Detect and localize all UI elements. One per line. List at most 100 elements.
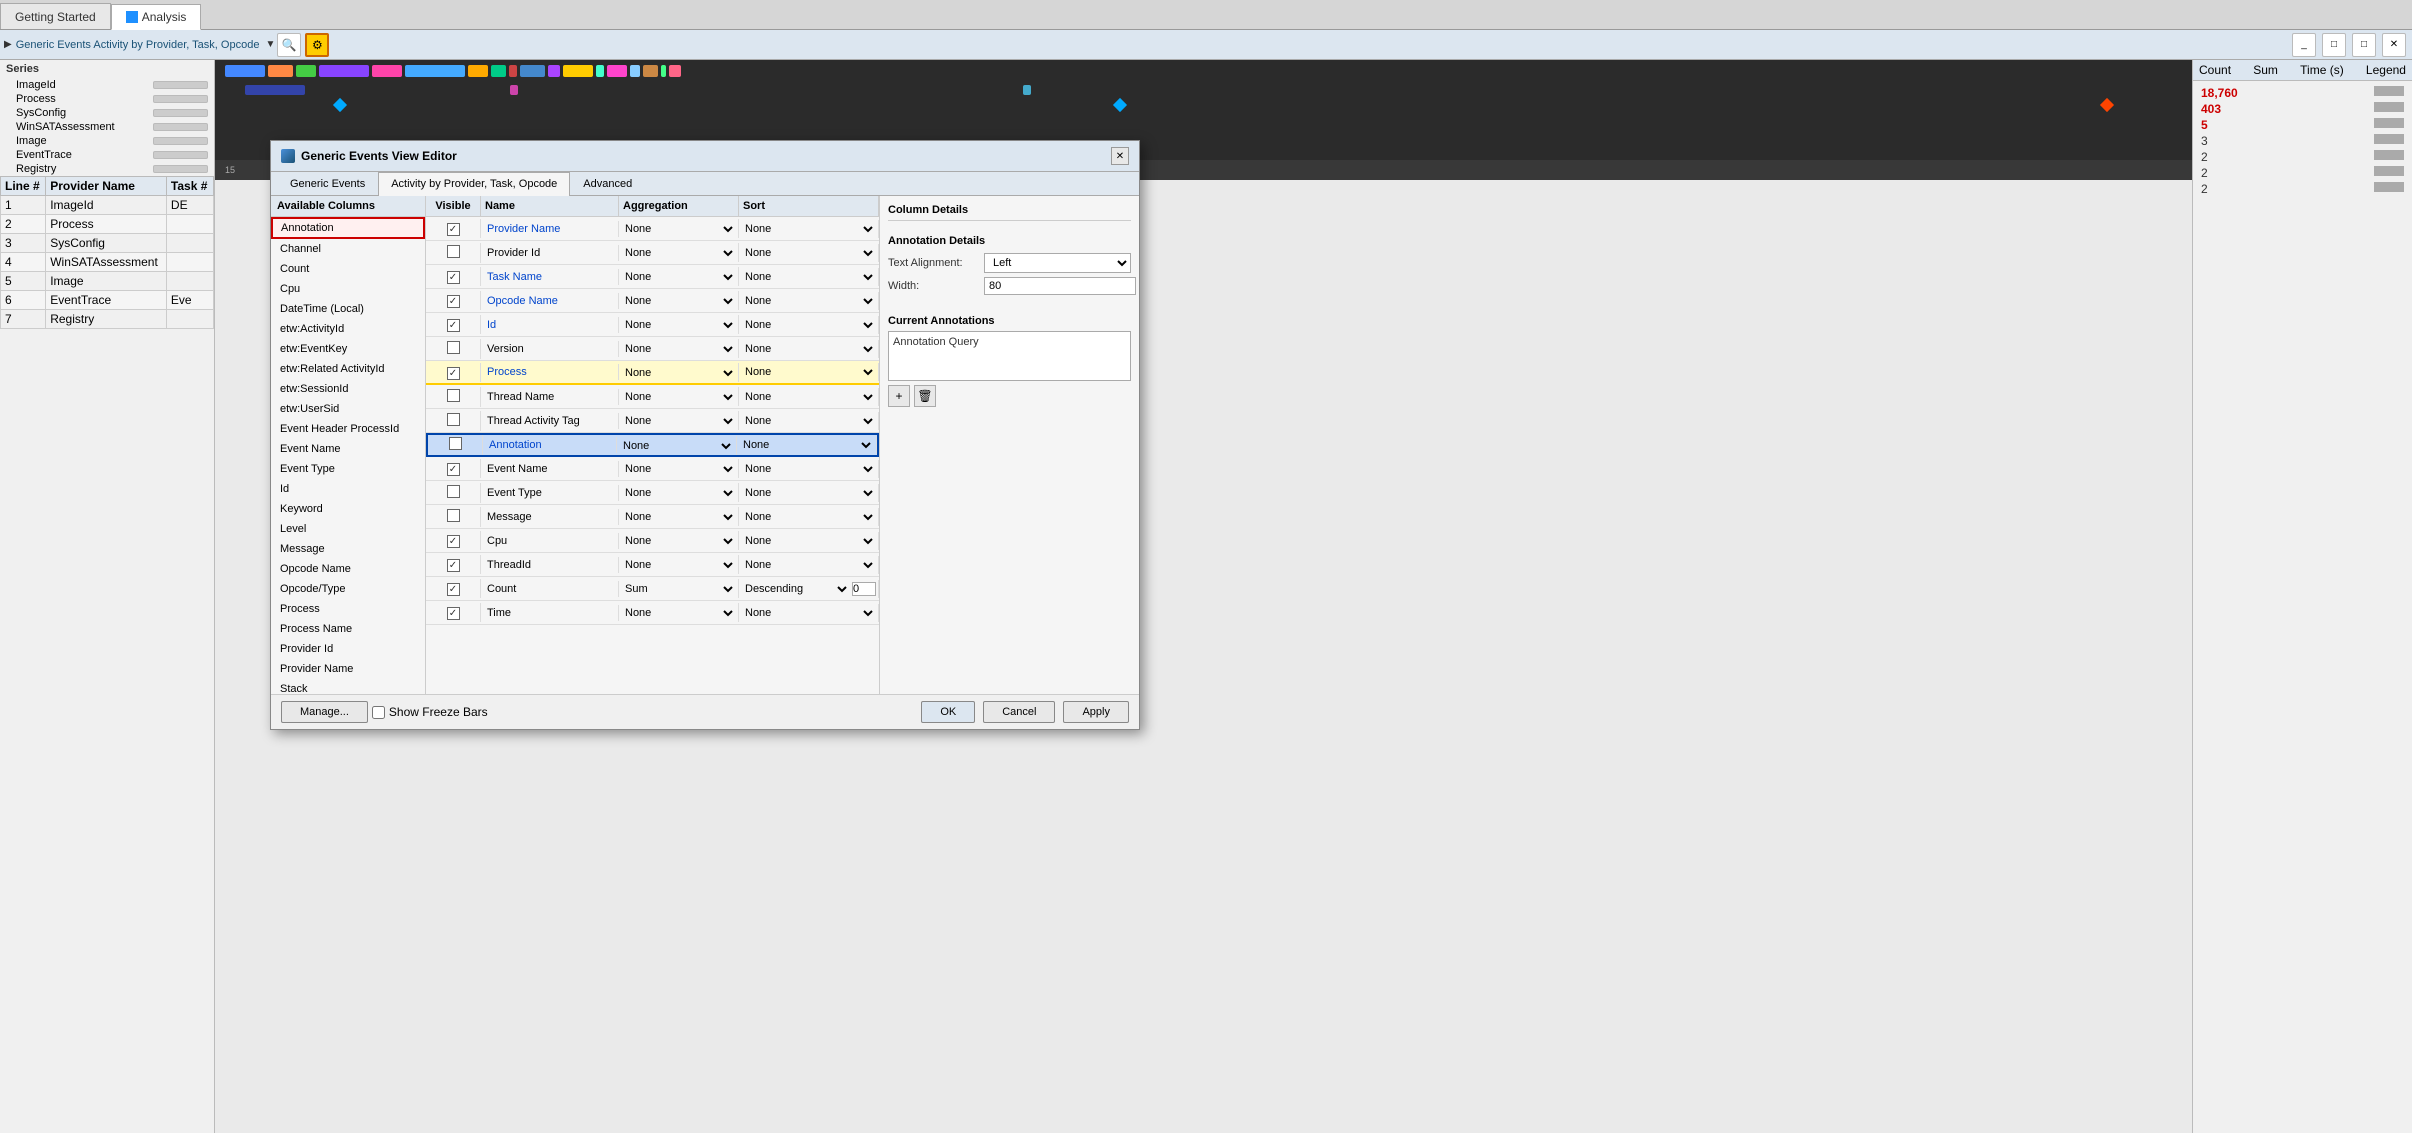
agg-cell-1[interactable]: NoneSumCountAverage [619,243,739,262]
modal-tab-2[interactable]: Advanced [570,172,645,195]
sort-cell-2[interactable]: NoneAscendingDescending [739,268,879,286]
sort-select-8[interactable]: NoneAscendingDescending [741,414,876,428]
sort-cell-13[interactable]: NoneAscendingDescending [739,532,879,550]
sort-select-16[interactable]: NoneAscendingDescending [741,606,876,620]
list-item-etw:usersid[interactable]: etw:UserSid [271,399,425,419]
agg-cell-8[interactable]: NoneSumCountAverage [619,411,739,430]
list-item-datetime-(local)[interactable]: DateTime (Local) [271,299,425,319]
list-item-cpu[interactable]: Cpu [271,279,425,299]
add-annotation-button[interactable]: + [888,385,910,407]
agg-select-9[interactable]: NoneSumCountAverage [619,439,734,453]
maximize-button[interactable]: □ [2352,33,2376,57]
list-item-count[interactable]: Count [271,259,425,279]
sidebar-item-image[interactable]: Image [0,134,214,148]
sort-select-14[interactable]: NoneAscendingDescending [741,558,876,572]
sort-cell-4[interactable]: NoneAscendingDescending [739,316,879,334]
modal-tab-0[interactable]: Generic Events [277,172,378,195]
sort-num-15[interactable] [852,582,876,596]
checkbox-7[interactable] [447,389,460,402]
close-button[interactable]: ✕ [2382,33,2406,57]
agg-select-5[interactable]: NoneSumCountAverage [621,342,736,356]
sort-cell-7[interactable]: NoneAscendingDescending [739,388,879,406]
agg-cell-3[interactable]: NoneSumCountAverage [619,291,739,310]
list-item-level[interactable]: Level [271,519,425,539]
sidebar-item-eventtrace[interactable]: EventTrace [0,148,214,162]
vis-cell-10[interactable] [426,459,481,478]
list-item-opcode/type[interactable]: Opcode/Type [271,579,425,599]
tab-analysis[interactable]: Analysis [111,4,202,30]
checkbox-14[interactable] [447,559,460,572]
apply-button[interactable]: Apply [1063,701,1129,723]
sort-select-13[interactable]: NoneAscendingDescending [741,534,876,548]
checkbox-3[interactable] [447,295,460,308]
vis-cell-11[interactable] [426,483,481,503]
delete-annotation-button[interactable]: 🗑 [914,385,936,407]
sort-cell-15[interactable]: NoneAscendingDescending [739,580,879,598]
sidebar-item-imageid[interactable]: ImageId [0,78,214,92]
settings-button[interactable]: ⚙ [305,33,329,57]
show-freeze-checkbox[interactable] [372,706,385,719]
agg-select-12[interactable]: NoneSumCountAverage [621,510,736,524]
checkbox-15[interactable] [447,583,460,596]
checkbox-13[interactable] [447,535,460,548]
checkbox-11[interactable] [447,485,460,498]
agg-select-11[interactable]: NoneSumCountAverage [621,486,736,500]
sort-select-10[interactable]: NoneAscendingDescending [741,462,876,476]
text-align-select[interactable]: Left Center Right [984,253,1131,273]
agg-cell-11[interactable]: NoneSumCountAverage [619,483,739,502]
agg-cell-5[interactable]: NoneSumCountAverage [619,339,739,358]
checkbox-0[interactable] [447,223,460,236]
annotations-box[interactable]: Annotation Query [888,331,1131,381]
sort-select-5[interactable]: NoneAscendingDescending [741,342,876,356]
sidebar-scrollbar-4[interactable] [153,137,208,145]
checkbox-5[interactable] [447,341,460,354]
checkbox-16[interactable] [447,607,460,620]
sort-cell-12[interactable]: NoneAscendingDescending [739,508,879,526]
restore-button[interactable]: □ [2322,33,2346,57]
ok-button[interactable]: OK [921,701,975,723]
sort-select-0[interactable]: NoneAscendingDescending [741,222,876,236]
list-item-etw:sessionid[interactable]: etw:SessionId [271,379,425,399]
sidebar-scrollbar-2[interactable] [153,109,208,117]
sidebar-item-winsatassessment[interactable]: WinSATAssessment [0,120,214,134]
sort-cell-1[interactable]: NoneAscendingDescending [739,244,879,262]
vis-cell-15[interactable] [426,579,481,598]
list-item-provider-name[interactable]: Provider Name [271,659,425,679]
sort-cell-0[interactable]: NoneAscendingDescending [739,220,879,238]
checkbox-10[interactable] [447,463,460,476]
list-item-keyword[interactable]: Keyword [271,499,425,519]
sidebar-item-process[interactable]: Process [0,92,214,106]
sort-cell-16[interactable]: NoneAscendingDescending [739,604,879,622]
sort-select-2[interactable]: NoneAscendingDescending [741,270,876,284]
available-columns-list[interactable]: AnnotationChannelCountCpuDateTime (Local… [271,217,425,694]
vis-cell-14[interactable] [426,555,481,574]
sort-cell-14[interactable]: NoneAscendingDescending [739,556,879,574]
vis-cell-16[interactable] [426,603,481,622]
checkbox-9[interactable] [449,437,462,450]
sort-select-4[interactable]: NoneAscendingDescending [741,318,876,332]
sort-select-12[interactable]: NoneAscendingDescending [741,510,876,524]
agg-cell-2[interactable]: NoneSumCountAverage [619,267,739,286]
sort-cell-5[interactable]: NoneAscendingDescending [739,340,879,358]
sort-select-11[interactable]: NoneAscendingDescending [741,486,876,500]
agg-select-16[interactable]: NoneSumCountAverage [621,606,736,620]
sort-select-1[interactable]: NoneAscendingDescending [741,246,876,260]
checkbox-12[interactable] [447,509,460,522]
vis-cell-5[interactable] [426,339,481,359]
list-item-channel[interactable]: Channel [271,239,425,259]
sort-select-6[interactable]: NoneAscendingDescending [741,365,876,379]
cancel-button[interactable]: Cancel [983,701,1055,723]
vis-cell-6[interactable] [426,363,481,382]
list-item-event-header-processid[interactable]: Event Header ProcessId [271,419,425,439]
minimize-button[interactable]: _ [2292,33,2316,57]
agg-cell-13[interactable]: NoneSumCountAverage [619,531,739,550]
list-item-provider-id[interactable]: Provider Id [271,639,425,659]
vis-cell-13[interactable] [426,531,481,550]
agg-select-8[interactable]: NoneSumCountAverage [621,414,736,428]
list-item-opcode-name[interactable]: Opcode Name [271,559,425,579]
sort-select-15[interactable]: NoneAscendingDescending [741,582,850,596]
search-button[interactable]: 🔍 [277,33,301,57]
list-item-annotation[interactable]: Annotation [271,217,425,239]
sort-select-3[interactable]: NoneAscendingDescending [741,294,876,308]
agg-select-2[interactable]: NoneSumCountAverage [621,270,736,284]
